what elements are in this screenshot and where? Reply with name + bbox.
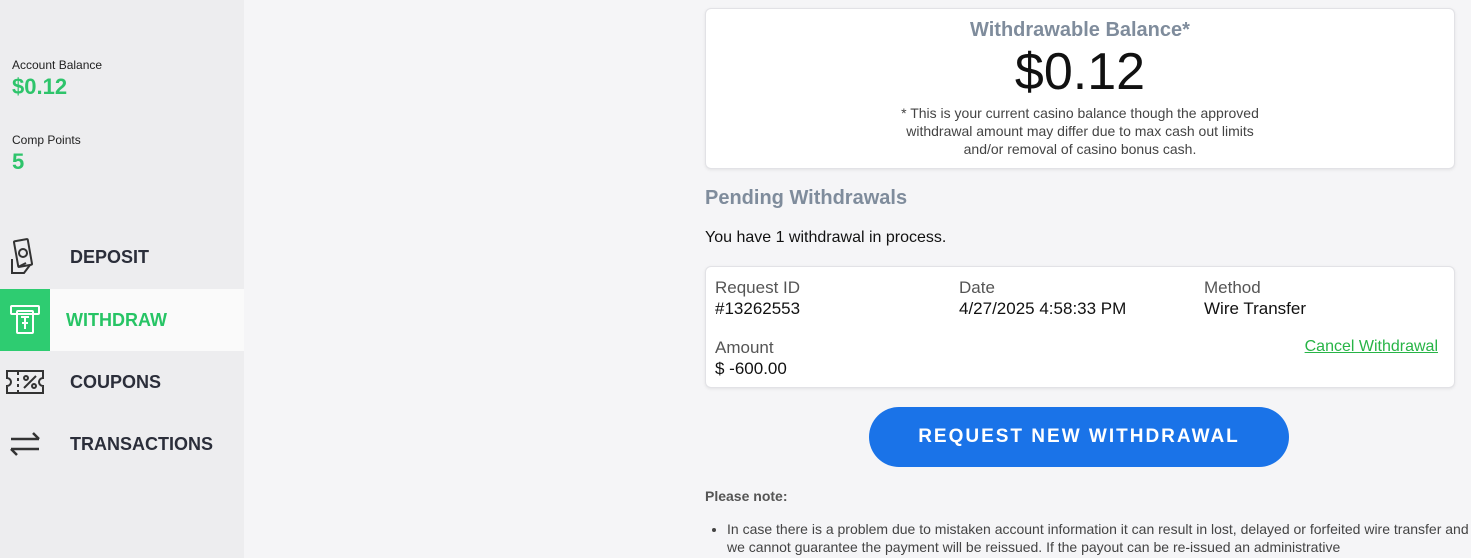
request-new-withdrawal-button[interactable]: REQUEST NEW WITHDRAWAL [869,407,1289,467]
notes-title: Please note: [705,488,788,504]
cash-hand-icon [0,226,50,288]
comp-points-label: Comp Points [12,133,81,147]
atm-icon [0,289,50,351]
account-balance: Account Balance $0.12 [12,58,102,100]
withdrawable-balance-note: * This is your current casino balance th… [901,105,1259,157]
sidebar-item-label: DEPOSIT [70,246,150,267]
pending-withdrawals-title: Pending Withdrawals [705,187,908,209]
sidebar-item-withdraw[interactable]: WITHDRAW [0,289,244,351]
sidebar-item-label: COUPONS [70,371,162,392]
request-id: Request ID #13262553 [715,277,800,319]
comp-points: Comp Points 5 [12,133,81,175]
request-date: Date 4/27/2025 4:58:33 PM [959,277,1126,319]
comp-points-value: 5 [12,149,25,174]
notes-list: In case there is a problem due to mistak… [705,520,1471,556]
sidebar: Account Balance $0.12 Comp Points 5 DEPO… [0,0,244,558]
sidebar-item-coupons[interactable]: COUPONS [0,351,244,413]
request-amount: Amount $ -600.00 [715,337,787,379]
account-balance-value: $0.12 [12,74,68,99]
request-method: Method Wire Transfer [1204,277,1306,319]
request-amount-label: Amount [715,338,774,357]
request-id-value: #13262553 [715,299,801,318]
sidebar-item-label: WITHDRAW [66,309,167,330]
withdrawable-balance-title: Withdrawable Balance* [970,19,1190,41]
coupon-icon [0,351,50,413]
cancel-withdrawal-link[interactable]: Cancel Withdrawal [1305,338,1438,356]
request-amount-value: $ -600.00 [715,359,787,378]
withdrawable-balance-card: Withdrawable Balance* $0.12 * This is yo… [705,8,1455,169]
sidebar-item-label: TRANSACTIONS [70,433,213,454]
sidebar-item-deposit[interactable]: DEPOSIT [0,226,244,288]
request-method-value: Wire Transfer [1204,299,1307,318]
request-method-label: Method [1204,278,1261,297]
withdrawable-balance-amount: $0.12 [1014,43,1146,101]
pending-withdrawals-summary: You have 1 withdrawal in process. [705,229,947,246]
sidebar-item-transactions[interactable]: TRANSACTIONS [0,413,244,475]
list-item: In case there is a problem due to mistak… [727,520,1471,556]
account-balance-label: Account Balance [12,58,103,72]
arrows-exchange-icon [0,413,50,475]
request-date-label: Date [959,278,995,297]
pending-withdrawal-card: Request ID #13262553 Date 4/27/2025 4:58… [705,266,1455,388]
request-date-value: 4/27/2025 4:58:33 PM [959,299,1127,318]
request-id-label: Request ID [715,278,801,297]
